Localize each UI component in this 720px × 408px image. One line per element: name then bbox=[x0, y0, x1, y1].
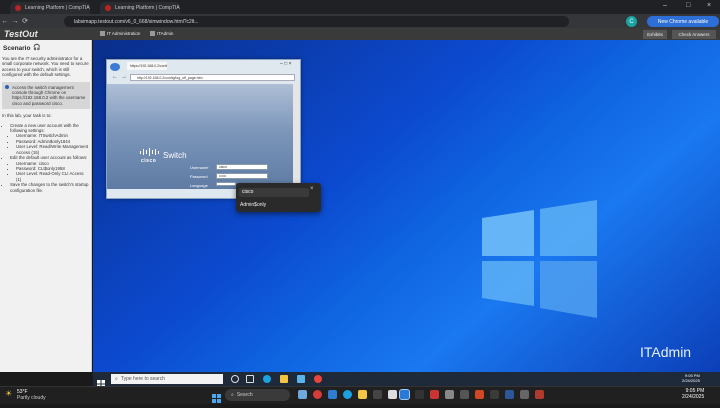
task-view-icon[interactable] bbox=[246, 375, 254, 383]
app-icon[interactable] bbox=[505, 390, 514, 399]
app-icon[interactable] bbox=[415, 390, 424, 399]
weather-description: Partly cloudy bbox=[17, 395, 46, 401]
username-label: Username bbox=[190, 165, 208, 170]
scenario-body: You are the IT security administrator fo… bbox=[2, 56, 90, 193]
ie-logo-icon bbox=[110, 63, 120, 71]
search-icon: ⌕ bbox=[231, 392, 234, 398]
cisco-logo-icon bbox=[139, 148, 161, 156]
task-subitem: User Level: Read-Only CLI Access (1) bbox=[16, 171, 90, 182]
new-chrome-button[interactable]: New Chrome available bbox=[647, 16, 719, 27]
cortana-icon[interactable] bbox=[231, 375, 239, 383]
inner-clock[interactable]: 9:05 PM2/24/2025 bbox=[682, 373, 700, 383]
file-explorer-icon[interactable] bbox=[280, 375, 288, 383]
testout-favicon-icon bbox=[105, 5, 111, 11]
language-label: Language bbox=[190, 183, 208, 188]
start-icon[interactable] bbox=[97, 375, 105, 383]
app-icon[interactable] bbox=[460, 390, 469, 399]
autofill-password-option[interactable]: Admin$only bbox=[240, 202, 266, 208]
weather-icon[interactable]: ☀ bbox=[5, 389, 12, 398]
minimize-icon[interactable]: – bbox=[663, 2, 667, 9]
app-icon[interactable] bbox=[520, 390, 529, 399]
profile-avatar[interactable]: C bbox=[626, 16, 637, 27]
active-app-icon[interactable] bbox=[400, 390, 409, 399]
vscode-icon[interactable] bbox=[328, 390, 337, 399]
ie-window-controls[interactable]: – □ × bbox=[280, 61, 292, 67]
monitor-icon bbox=[100, 31, 105, 36]
maximize-icon[interactable]: □ bbox=[686, 2, 690, 9]
it-administration-label: IT Administration bbox=[100, 31, 140, 36]
browser-tab-1[interactable]: Learning Platform | CompTIA× bbox=[10, 2, 90, 14]
headphones-icon[interactable]: 🎧 bbox=[33, 44, 40, 51]
ie-forward-icon[interactable]: → bbox=[121, 74, 127, 80]
task-view-icon[interactable] bbox=[298, 390, 307, 399]
language-select[interactable] bbox=[216, 182, 236, 186]
testout-favicon-icon bbox=[15, 5, 21, 11]
app-icon[interactable] bbox=[388, 390, 397, 399]
scenario-callout: Access the switch management console thr… bbox=[2, 82, 90, 110]
testout-logo: TestOut bbox=[4, 29, 38, 39]
monitor-icon bbox=[150, 31, 155, 36]
switch-title: Switch bbox=[163, 151, 187, 160]
windows-start-icon[interactable] bbox=[212, 390, 221, 399]
taskbar-search[interactable]: ⌕Type here to search bbox=[111, 374, 223, 384]
file-explorer-icon[interactable] bbox=[358, 390, 367, 399]
back-icon[interactable]: ← bbox=[0, 18, 10, 25]
app-icon[interactable] bbox=[475, 390, 484, 399]
app-icon[interactable] bbox=[373, 390, 382, 399]
task-item: Save the changes to the switch's startup… bbox=[10, 182, 90, 193]
password-field[interactable]: •••••• bbox=[216, 173, 268, 179]
reload-icon[interactable]: ⟳ bbox=[20, 17, 30, 25]
edge-icon[interactable] bbox=[343, 390, 352, 399]
itadmin-label: ITAdmin bbox=[150, 31, 173, 36]
scenario-intro: You are the IT security administrator fo… bbox=[2, 56, 90, 78]
task-list: Create a new user account with the follo… bbox=[2, 123, 90, 193]
itadmin-watermark: ITAdmin bbox=[640, 344, 691, 360]
username-field[interactable]: cisco bbox=[216, 164, 268, 170]
task-subitem: User Level: Read/Write Management Access… bbox=[16, 144, 90, 155]
check-answers-button[interactable]: Check Answers bbox=[672, 30, 716, 39]
chrome-icon[interactable] bbox=[313, 390, 322, 399]
url-bar[interactable]: labsimapp.testout.com/v6_0_668/simwindow… bbox=[64, 16, 569, 27]
windows-clock[interactable]: 9:05 PM2/24/2025 bbox=[682, 388, 704, 400]
exhibits-button[interactable]: Exhibits bbox=[643, 30, 667, 39]
task-intro: In this lab, your task is to: bbox=[2, 113, 90, 118]
chrome-icon[interactable] bbox=[314, 375, 322, 383]
ie-back-icon[interactable]: ← bbox=[112, 74, 118, 80]
scenario-title: Scenario bbox=[3, 45, 30, 52]
store-icon[interactable] bbox=[297, 375, 305, 383]
app-icon[interactable] bbox=[445, 390, 454, 399]
autofill-username-option[interactable]: cisco bbox=[239, 188, 309, 197]
app-icon[interactable] bbox=[430, 390, 439, 399]
ie-tab[interactable]: https://192.168.0.2/config/lo... bbox=[127, 62, 167, 70]
ie-address-bar[interactable]: http://192.168.0.2/config/log_off_page.h… bbox=[130, 74, 295, 81]
close-window-icon[interactable]: × bbox=[707, 2, 711, 9]
search-icon: ⌕ bbox=[115, 376, 118, 382]
app-icon[interactable] bbox=[535, 390, 544, 399]
edge-icon[interactable] bbox=[263, 375, 271, 383]
windows-search[interactable]: ⌕Search bbox=[225, 389, 290, 401]
cisco-wordmark: cisco bbox=[141, 158, 156, 164]
task-item: Create a new user account with the follo… bbox=[10, 123, 90, 155]
ie-scrollbar[interactable] bbox=[293, 84, 300, 189]
app-icon[interactable] bbox=[490, 390, 499, 399]
autofill-close-icon[interactable]: × bbox=[310, 186, 314, 192]
windows-logo bbox=[482, 198, 597, 318]
password-label: Password bbox=[190, 174, 208, 179]
forward-icon[interactable]: → bbox=[10, 18, 20, 25]
task-item: Edit the default user account as follows… bbox=[10, 155, 90, 182]
browser-tab-2[interactable]: Learning Platform | CompTIA× bbox=[100, 2, 180, 14]
